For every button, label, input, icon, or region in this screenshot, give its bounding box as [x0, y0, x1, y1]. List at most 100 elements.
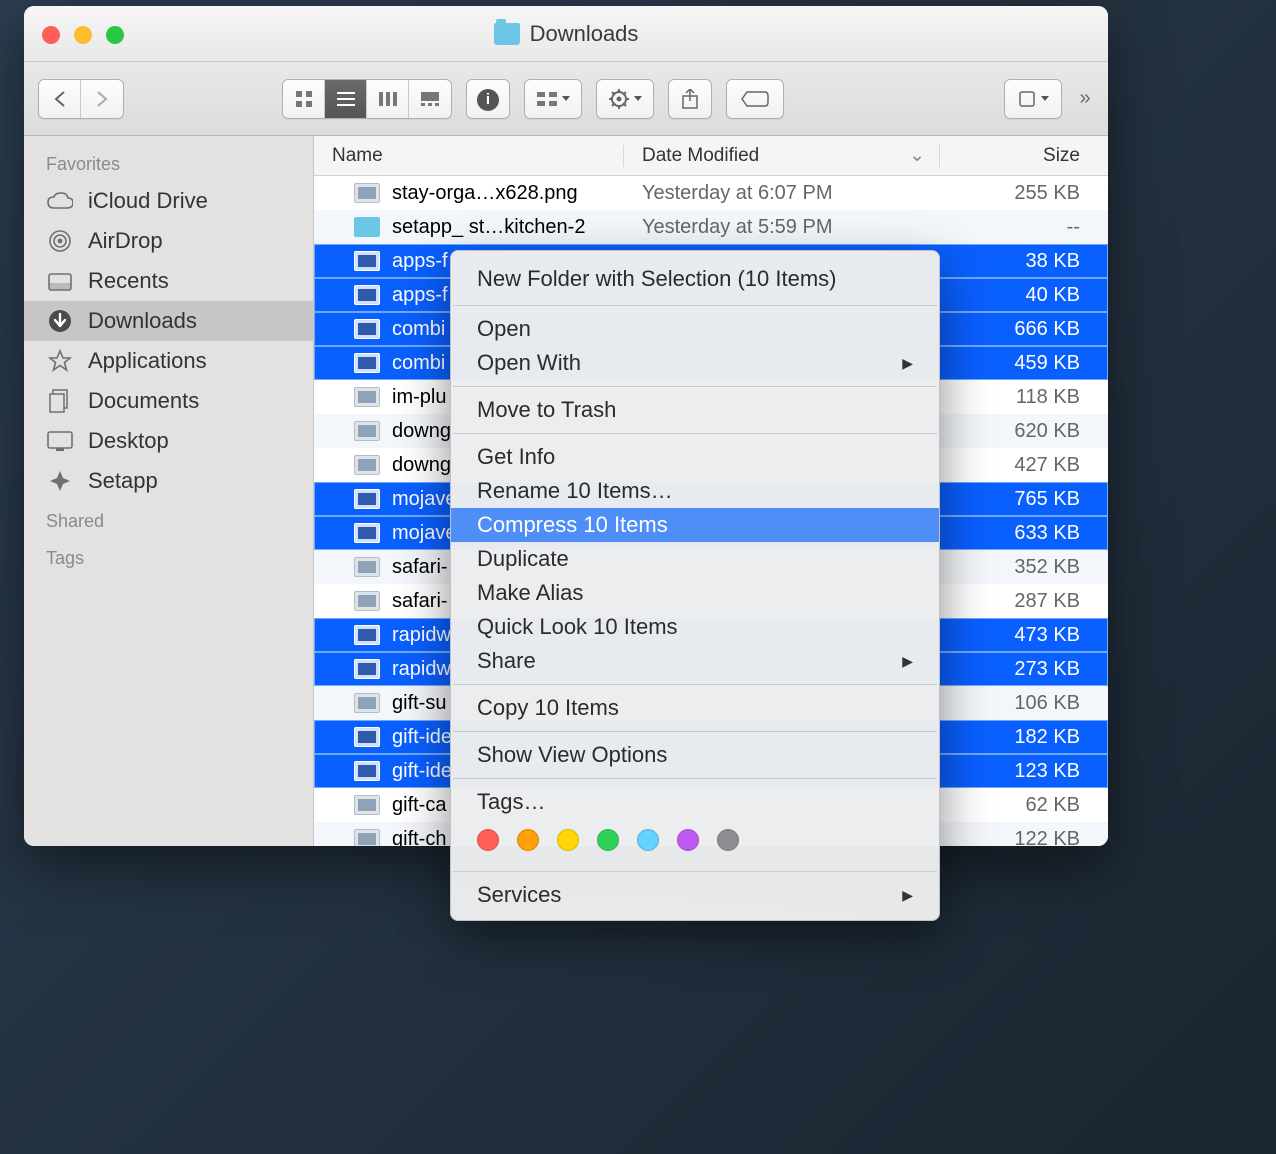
- file-size: 182 KB: [940, 726, 1108, 749]
- column-view-button[interactable]: [367, 80, 409, 118]
- file-size: 38 KB: [940, 250, 1108, 273]
- file-name: setapp_ st…kitchen-2: [392, 216, 624, 239]
- file-modified: Yesterday at 5:59 PM: [624, 216, 940, 239]
- column-header: Name Date Modified ⌄ Size: [314, 136, 1108, 176]
- sidebar-item-label: Applications: [88, 348, 207, 374]
- list-view-button[interactable]: [325, 80, 367, 118]
- sidebar-item-airdrop[interactable]: AirDrop: [24, 221, 313, 261]
- sidebar-item-desktop[interactable]: Desktop: [24, 421, 313, 461]
- sidebar-item-label: iCloud Drive: [88, 188, 208, 214]
- sidebar-item-setapp[interactable]: Setapp: [24, 461, 313, 501]
- file-name: stay-orga…x628.png: [392, 182, 624, 205]
- file-row[interactable]: stay-orga…x628.pngYesterday at 6:07 PM25…: [314, 176, 1108, 210]
- icon-view-button[interactable]: [283, 80, 325, 118]
- file-size: 255 KB: [940, 182, 1108, 205]
- maximize-button[interactable]: [106, 26, 124, 44]
- sidebar-item-icloud-drive[interactable]: iCloud Drive: [24, 181, 313, 221]
- sidebar-item-label: AirDrop: [88, 228, 163, 254]
- desktop-icon: [46, 429, 74, 453]
- nav-group: [38, 79, 124, 119]
- ctx-rename[interactable]: Rename 10 Items…: [451, 474, 939, 508]
- file-size: 62 KB: [940, 794, 1108, 817]
- file-size: 123 KB: [940, 760, 1108, 783]
- sidebar-item-label: Recents: [88, 268, 169, 294]
- ctx-alias[interactable]: Make Alias: [451, 576, 939, 610]
- ctx-copy[interactable]: Copy 10 Items: [451, 691, 939, 725]
- dropbox-button[interactable]: [1005, 80, 1061, 118]
- ctx-compress[interactable]: Compress 10 Items: [451, 508, 939, 542]
- file-size: 459 KB: [940, 352, 1108, 375]
- file-thumbnail-icon: [354, 591, 380, 611]
- file-size: 122 KB: [940, 828, 1108, 847]
- close-button[interactable]: [42, 26, 60, 44]
- ctx-open-with[interactable]: Open With: [451, 346, 939, 380]
- tag-color-swatch[interactable]: [477, 829, 499, 851]
- toolbar-overflow-icon[interactable]: »: [1076, 87, 1094, 110]
- setapp-icon: [46, 469, 74, 493]
- ctx-duplicate[interactable]: Duplicate: [451, 542, 939, 576]
- tag-color-swatch[interactable]: [717, 829, 739, 851]
- file-thumbnail-icon: [354, 319, 380, 339]
- file-thumbnail-icon: [354, 217, 380, 237]
- column-name[interactable]: Name: [314, 145, 624, 167]
- column-size[interactable]: Size: [940, 145, 1108, 167]
- info-button[interactable]: i: [477, 89, 499, 111]
- file-thumbnail-icon: [354, 455, 380, 475]
- file-size: 666 KB: [940, 318, 1108, 341]
- arrange-button[interactable]: [525, 80, 581, 118]
- tag-color-swatch[interactable]: [517, 829, 539, 851]
- file-row[interactable]: setapp_ st…kitchen-2Yesterday at 5:59 PM…: [314, 210, 1108, 244]
- window-controls: [42, 26, 124, 44]
- ctx-open[interactable]: Open: [451, 312, 939, 346]
- minimize-button[interactable]: [74, 26, 92, 44]
- forward-button[interactable]: [81, 80, 123, 118]
- file-thumbnail-icon: [354, 285, 380, 305]
- sidebar-item-recents[interactable]: Recents: [24, 261, 313, 301]
- ctx-trash[interactable]: Move to Trash: [451, 393, 939, 427]
- documents-icon: [46, 389, 74, 413]
- sidebar-item-applications[interactable]: Applications: [24, 341, 313, 381]
- toolbar: i »: [24, 62, 1108, 136]
- column-modified[interactable]: Date Modified ⌄: [624, 144, 940, 167]
- tag-color-swatch[interactable]: [637, 829, 659, 851]
- file-size: 765 KB: [940, 488, 1108, 511]
- sidebar-item-downloads[interactable]: Downloads: [24, 301, 313, 341]
- ctx-share[interactable]: Share: [451, 644, 939, 678]
- sidebar-section-shared: Shared: [24, 501, 313, 538]
- ctx-get-info[interactable]: Get Info: [451, 440, 939, 474]
- sidebar-item-label: Desktop: [88, 428, 169, 454]
- tag-color-swatch[interactable]: [557, 829, 579, 851]
- titlebar: Downloads: [24, 6, 1108, 62]
- downloads-icon: [46, 309, 74, 333]
- ctx-view-options[interactable]: Show View Options: [451, 738, 939, 772]
- ctx-tags-label[interactable]: Tags…: [451, 785, 939, 819]
- ctx-new-folder[interactable]: New Folder with Selection (10 Items): [451, 259, 939, 299]
- gallery-view-button[interactable]: [409, 80, 451, 118]
- ctx-quicklook[interactable]: Quick Look 10 Items: [451, 610, 939, 644]
- file-thumbnail-icon: [354, 421, 380, 441]
- sidebar-item-label: Documents: [88, 388, 199, 414]
- sidebar-section-tags: Tags: [24, 538, 313, 575]
- file-thumbnail-icon: [354, 659, 380, 679]
- file-thumbnail-icon: [354, 693, 380, 713]
- file-thumbnail-icon: [354, 353, 380, 373]
- file-size: 352 KB: [940, 556, 1108, 579]
- back-button[interactable]: [39, 80, 81, 118]
- ctx-services[interactable]: Services: [451, 878, 939, 912]
- sidebar-item-label: Downloads: [88, 308, 197, 334]
- sidebar-item-label: Setapp: [88, 468, 158, 494]
- file-size: 273 KB: [940, 658, 1108, 681]
- file-modified: Yesterday at 6:07 PM: [624, 182, 940, 205]
- file-size: 40 KB: [940, 284, 1108, 307]
- ctx-tag-colors: [451, 819, 939, 865]
- share-button[interactable]: [669, 80, 711, 118]
- file-size: 106 KB: [940, 692, 1108, 715]
- tags-button[interactable]: [727, 80, 783, 118]
- tag-color-swatch[interactable]: [677, 829, 699, 851]
- tag-color-swatch[interactable]: [597, 829, 619, 851]
- action-button[interactable]: [597, 80, 653, 118]
- file-size: 473 KB: [940, 624, 1108, 647]
- view-switcher: [282, 79, 452, 119]
- sidebar-item-documents[interactable]: Documents: [24, 381, 313, 421]
- file-thumbnail-icon: [354, 727, 380, 747]
